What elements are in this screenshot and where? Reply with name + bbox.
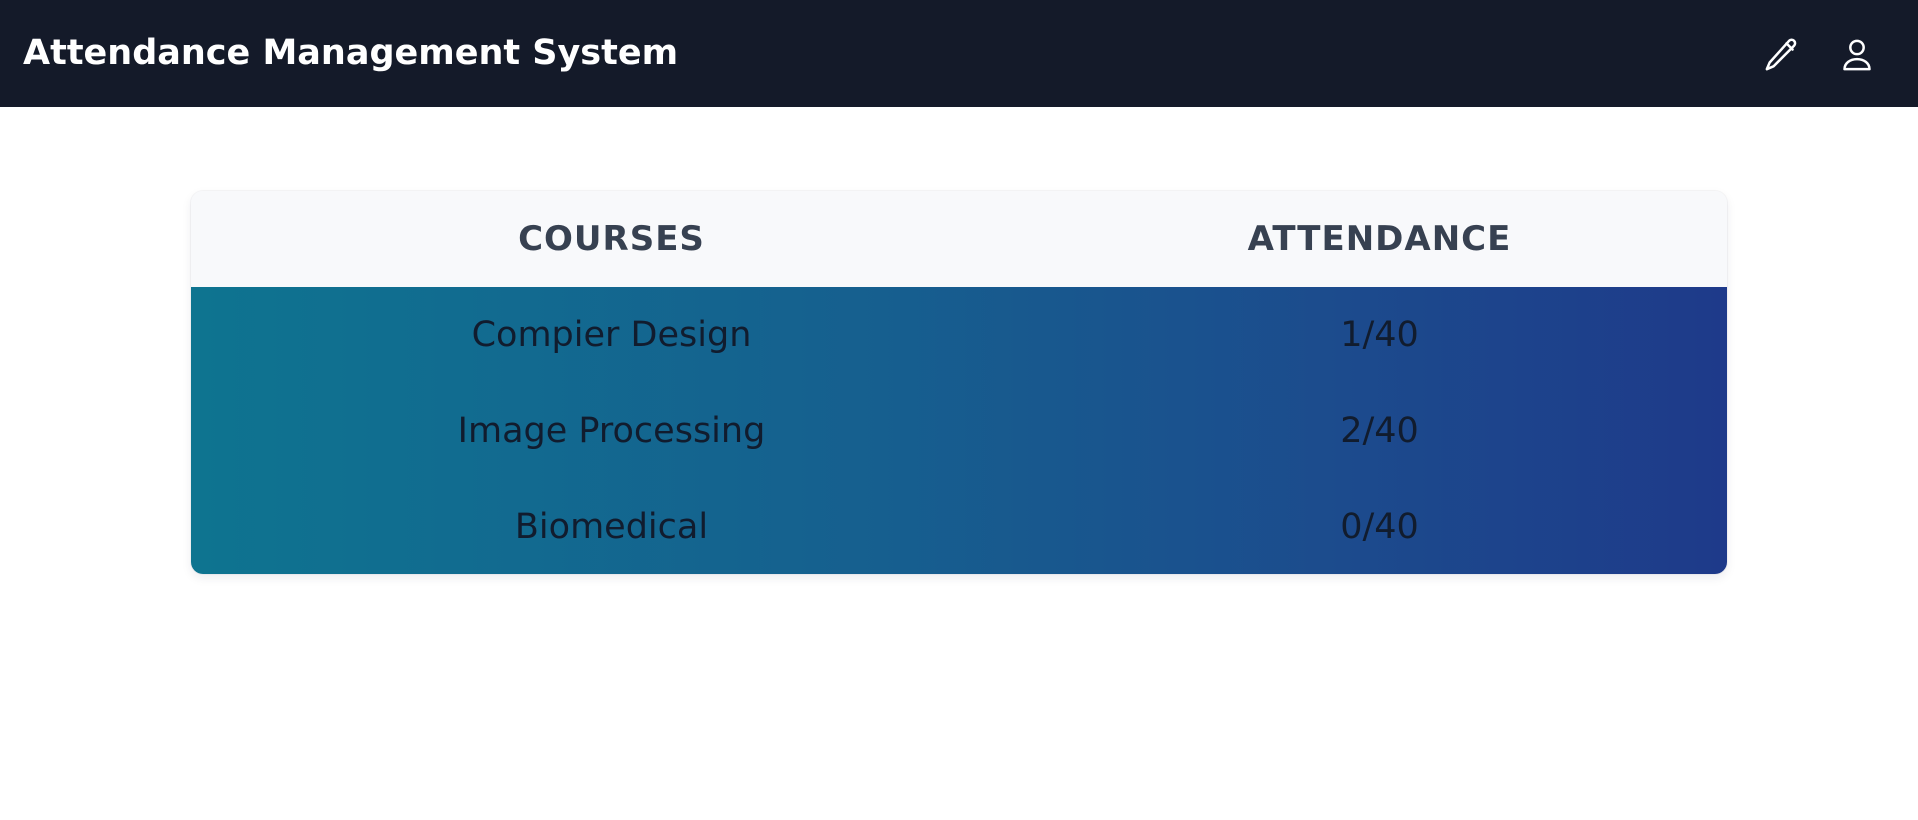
attendance-cell: 2/40 — [1340, 411, 1419, 451]
course-name-cell: Image Processing — [457, 411, 766, 451]
attendance-cell: 1/40 — [1340, 315, 1419, 355]
course-name-cell: Compier Design — [471, 315, 752, 355]
app-title: Attendance Management System — [23, 33, 679, 73]
table-row: Compier Design 1/40 — [191, 287, 1727, 383]
attendance-cell: 0/40 — [1340, 507, 1419, 547]
user-icon — [1843, 39, 1871, 71]
edit-button[interactable] — [1759, 33, 1803, 77]
pencil-icon — [1765, 38, 1797, 71]
course-name-cell: Biomedical — [514, 507, 709, 547]
table-header: COURSES ATTENDANCE — [191, 191, 1727, 287]
column-header-courses: COURSES — [518, 219, 705, 259]
table-body: Compier Design 1/40 Image Processing 2/4… — [191, 287, 1727, 574]
table-row: Image Processing 2/40 — [191, 383, 1727, 479]
column-header-attendance: ATTENDANCE — [1247, 219, 1512, 259]
attendance-table: COURSES ATTENDANCE Compier Design 1/40 I… — [191, 191, 1727, 574]
top-navbar: Attendance Management System — [0, 0, 1918, 107]
table-row: Biomedical 0/40 — [191, 479, 1727, 574]
profile-button[interactable] — [1835, 33, 1879, 77]
